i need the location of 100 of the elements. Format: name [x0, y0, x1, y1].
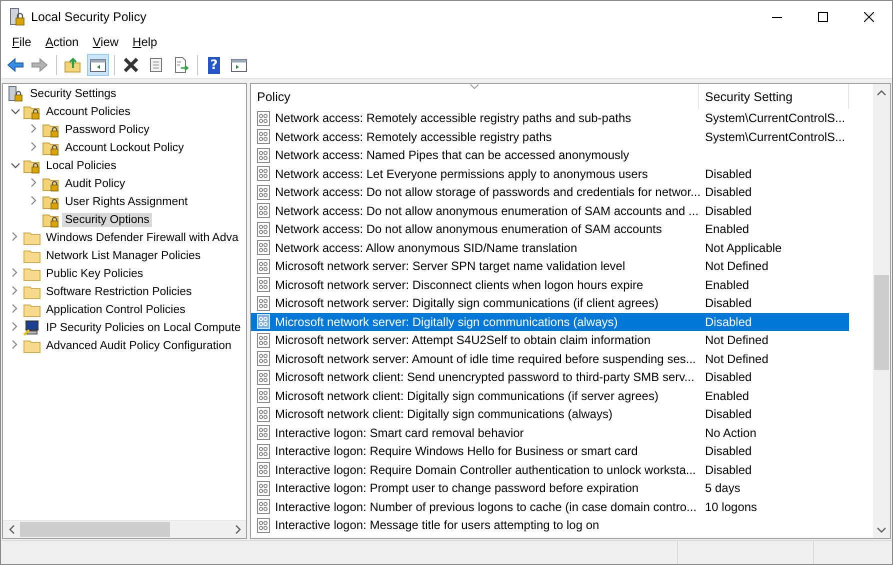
tree-item[interactable]: Network List Manager Policies [43, 249, 204, 263]
locked-folder-icon [42, 176, 60, 192]
menu-item[interactable]: Help [126, 33, 164, 51]
export-icon [172, 56, 190, 74]
policy-icon [257, 258, 271, 274]
security-setting: 10 logons [705, 500, 758, 514]
tree-item[interactable]: Account Policies [43, 105, 134, 119]
menu-item[interactable]: File [5, 33, 38, 51]
tree-item[interactable]: Advanced Audit Policy Configuration [43, 339, 234, 353]
policy-icon [257, 332, 271, 348]
security-setting: Disabled [705, 166, 752, 181]
toolbar-button[interactable] [87, 54, 109, 76]
policy-icon [257, 480, 271, 496]
tree-item[interactable]: Audit Policy [62, 177, 128, 191]
policy-icon [257, 129, 271, 144]
security-setting: Enabled [705, 388, 750, 403]
help-button[interactable]: ? [203, 54, 225, 76]
tree-item[interactable]: Application Control Policies [43, 303, 188, 317]
computer-icon [23, 320, 41, 336]
policy-name: Microsoft network client: Send unencrypted password to third-party SMB serv... [274, 369, 696, 386]
scroll-up-icon[interactable] [877, 90, 886, 96]
security-setting: Enabled [705, 278, 750, 292]
tree-item[interactable]: Windows Defender Firewall with Adva [43, 231, 242, 245]
policy-name: Interactive logon: Smart card removal behavior [274, 424, 525, 441]
expand-chevron-icon[interactable] [12, 232, 18, 241]
folder-icon [23, 230, 41, 246]
security-setting: Disabled [705, 370, 752, 384]
close-icon [122, 56, 140, 74]
server-lock-icon [7, 86, 25, 102]
tree-item[interactable]: Security Options [62, 213, 152, 227]
policy-name: Network access: Remotely accessible registry paths and sub-paths [274, 110, 632, 126]
security-setting: Disabled [705, 462, 752, 477]
column-header[interactable]: Policy [251, 84, 699, 109]
tree-item[interactable]: User Rights Assignment [62, 195, 191, 209]
tree-item[interactable]: Local Policies [43, 159, 120, 173]
policy-name: Network access: Let Everyone permissions apply to anonymous users [274, 166, 649, 182]
locked-folder-icon [42, 212, 60, 228]
policy-icon [257, 110, 271, 126]
tree-item[interactable]: Account Lockout Policy [62, 141, 187, 155]
security-setting: 5 days [705, 481, 740, 496]
policy-name: Interactive logon: Require Windows Hello for Business or smart card [274, 443, 639, 460]
folder-icon [23, 302, 41, 318]
policy-name: Microsoft network server: Digitally sign communications (always) [274, 314, 619, 330]
tree-item[interactable]: Security Settings [27, 87, 120, 101]
policy-icon [257, 240, 271, 256]
policy-icon [257, 296, 271, 311]
policy-icon [257, 518, 271, 533]
policy-name: Network access: Do not allow anonymous enumeration of SAM accounts [274, 221, 663, 238]
tree-item[interactable]: Password Policy [62, 123, 152, 137]
security-setting: Not Defined [705, 352, 768, 366]
locked-folder-icon [42, 140, 60, 156]
close-icon[interactable] [864, 12, 874, 22]
policy-icon [257, 277, 271, 292]
security-setting: System\CurrentControlS... [705, 111, 846, 126]
security-setting: Disabled [705, 185, 752, 200]
policy-icon [257, 351, 271, 366]
policy-name: Microsoft network client: Digitally sign communications (if server agrees) [274, 388, 660, 404]
locked-folder-icon [23, 104, 41, 120]
window-title: Local Security Policy [31, 10, 148, 24]
folder-icon [23, 338, 41, 354]
selected-row[interactable]: Microsoft network server: Digitally sign communications (always) Disabled [251, 312, 849, 331]
scroll-down-icon[interactable] [877, 526, 886, 532]
tree-item[interactable]: IP Security Policies on Local Compute [43, 321, 244, 335]
scroll-left-icon[interactable] [8, 525, 14, 534]
menu-item[interactable]: Action [38, 33, 86, 51]
policy-icon [257, 370, 271, 385]
policy-icon [257, 184, 271, 200]
column-header[interactable]: Security Setting [699, 84, 849, 109]
security-setting: Disabled [705, 407, 752, 422]
policy-icon [257, 499, 271, 514]
properties-icon [147, 56, 165, 74]
tree-item[interactable]: Public Key Policies [43, 267, 146, 281]
pane-icon [89, 56, 107, 74]
maximize-icon[interactable] [818, 12, 828, 22]
folder-icon [23, 248, 41, 264]
app-icon [9, 8, 25, 26]
security-setting: Disabled [705, 204, 752, 218]
scrollbar-thumb[interactable] [874, 275, 889, 370]
collapse-chevron-icon[interactable] [10, 109, 20, 115]
policy-name: Interactive logon: Prompt user to change password before expiration [274, 480, 640, 496]
menu-item[interactable]: View [86, 33, 126, 51]
security-setting: Not Applicable [705, 240, 782, 255]
policy-name: Interactive logon: Require Domain Controller authentication to unlock worksta... [274, 462, 697, 478]
policy-icon [257, 388, 271, 404]
forward-icon [31, 56, 49, 74]
pane-icon [230, 56, 248, 74]
collapse-chevron-icon[interactable] [10, 163, 20, 169]
locked-folder-icon [23, 158, 41, 174]
scroll-right-icon[interactable] [234, 525, 240, 534]
scrollbar-thumb[interactable] [20, 522, 170, 537]
folder-icon [23, 266, 41, 282]
policy-icon [257, 166, 271, 182]
folder-icon [23, 284, 41, 300]
security-setting: Not Defined [705, 333, 768, 348]
security-setting: System\CurrentControlS... [705, 130, 846, 144]
policy-icon [257, 314, 271, 330]
security-setting: Enabled [705, 222, 750, 236]
policy-icon [257, 148, 271, 163]
tree-item[interactable]: Software Restriction Policies [43, 285, 195, 299]
policy-name: Network access: Named Pipes that can be accessed anonymously [274, 147, 630, 164]
